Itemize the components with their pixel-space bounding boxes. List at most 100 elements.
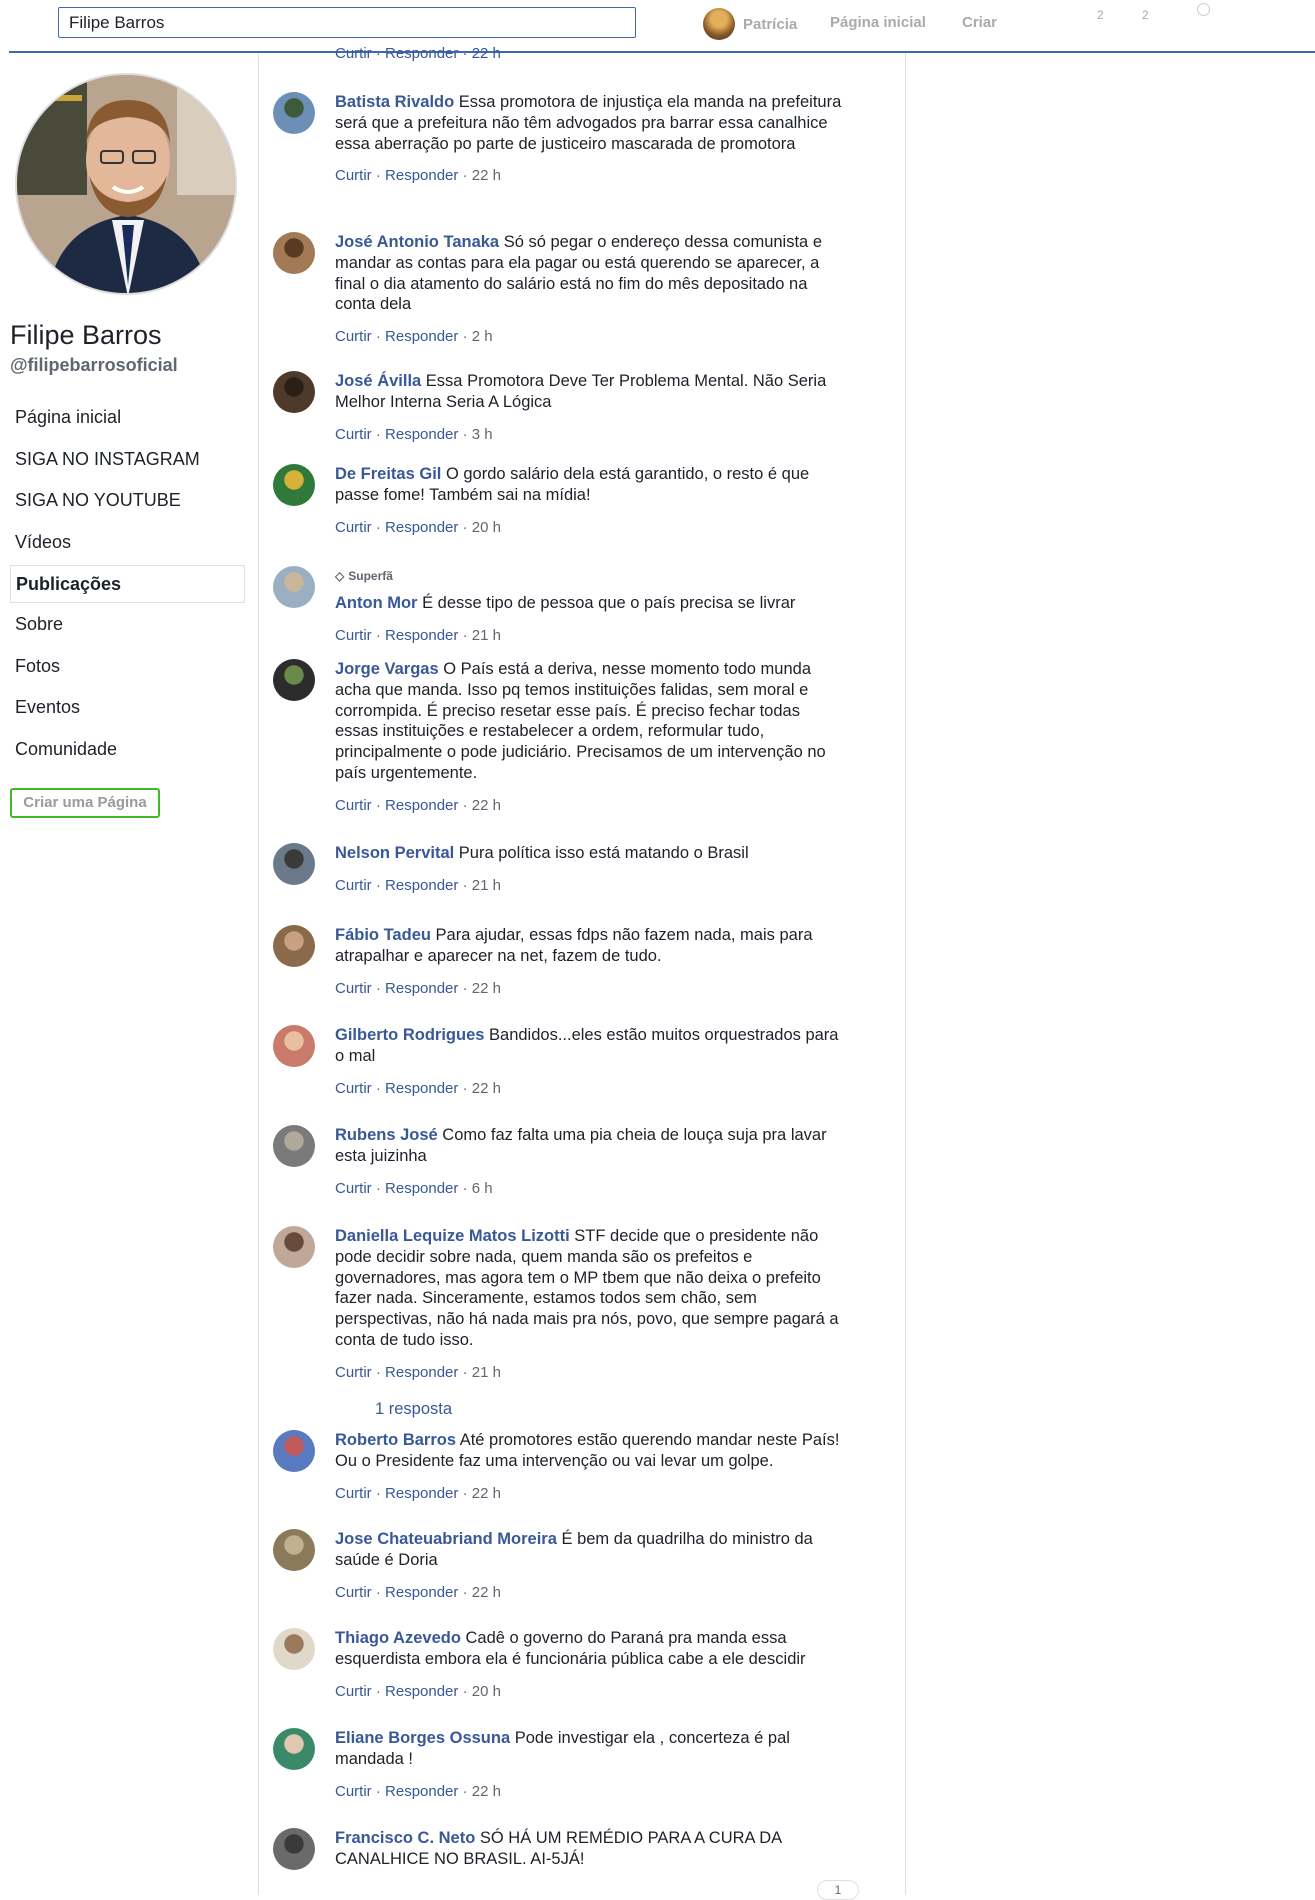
like-link[interactable]: Curtir: [335, 1683, 372, 1700]
reply-link[interactable]: Responder: [385, 167, 458, 184]
like-link[interactable]: Curtir: [335, 1180, 372, 1197]
comment-timestamp[interactable]: 22 h: [472, 797, 501, 814]
reply-link[interactable]: Responder: [385, 980, 458, 997]
nav-home-link[interactable]: Página inicial: [830, 14, 926, 31]
like-link[interactable]: Curtir: [335, 1080, 372, 1097]
comment-timestamp[interactable]: 21 h: [472, 877, 501, 894]
like-link[interactable]: Curtir: [335, 1584, 372, 1601]
commenter-avatar[interactable]: [273, 92, 315, 134]
commenter-avatar[interactable]: [273, 371, 315, 413]
reply-link[interactable]: Responder: [385, 328, 458, 345]
comment-timestamp[interactable]: 22 h: [472, 1783, 501, 1800]
comment-author-link[interactable]: Daniella Lequize Matos Lizotti: [335, 1227, 570, 1245]
reply-link[interactable]: Responder: [385, 519, 458, 536]
comment-author-link[interactable]: José Ávilla: [335, 372, 421, 390]
commenter-avatar[interactable]: [273, 1430, 315, 1472]
comment-timestamp[interactable]: 22 h: [472, 1584, 501, 1601]
comment-author-link[interactable]: Anton Mor: [335, 594, 417, 612]
notifications-icon[interactable]: [1197, 3, 1210, 16]
comment-author-link[interactable]: De Freitas Gil: [335, 465, 441, 483]
commenter-avatar[interactable]: [273, 843, 315, 885]
comment-timestamp[interactable]: 22 h: [472, 980, 501, 997]
reply-link[interactable]: Responder: [385, 1180, 458, 1197]
reaction-count[interactable]: 1: [817, 1880, 859, 1900]
comment-timestamp[interactable]: 3 h: [472, 426, 493, 443]
commenter-avatar[interactable]: [273, 1125, 315, 1167]
comment-author-link[interactable]: Jorge Vargas: [335, 660, 439, 678]
comment-author-link[interactable]: Batista Rivaldo: [335, 93, 454, 111]
like-link[interactable]: Curtir: [335, 328, 372, 345]
reply-link[interactable]: Responder: [385, 1485, 458, 1502]
commenter-avatar[interactable]: [273, 566, 315, 608]
like-link[interactable]: Curtir: [335, 980, 372, 997]
like-link[interactable]: Curtir: [335, 519, 372, 536]
sidebar-item-photos[interactable]: Fotos: [10, 650, 245, 692]
create-page-button[interactable]: Criar uma Página: [10, 788, 160, 818]
nav-user-name[interactable]: Patrícia: [743, 16, 797, 33]
reply-link[interactable]: Responder: [385, 1584, 458, 1601]
comment-author-link[interactable]: Jose Chateuabriand Moreira: [335, 1530, 557, 1548]
commenter-avatar[interactable]: [273, 1728, 315, 1770]
reply-link[interactable]: Responder: [385, 1783, 458, 1800]
like-link[interactable]: Curtir: [335, 1485, 372, 1502]
sidebar-item-videos[interactable]: Vídeos: [10, 526, 245, 568]
comment-author-link[interactable]: Gilberto Rodrigues: [335, 1026, 484, 1044]
reply-link[interactable]: Responder: [385, 797, 458, 814]
friend-requests-count[interactable]: 2: [1097, 8, 1104, 22]
comment-author-link[interactable]: Francisco C. Neto: [335, 1829, 475, 1847]
comment-timestamp[interactable]: 2 h: [472, 328, 493, 345]
like-link[interactable]: Curtir: [335, 426, 372, 443]
messages-count[interactable]: 2: [1142, 8, 1149, 22]
page-handle[interactable]: @filipebarrosoficial: [10, 355, 178, 376]
comment-author-link[interactable]: Thiago Azevedo: [335, 1629, 461, 1647]
comment-timestamp[interactable]: 20 h: [472, 519, 501, 536]
commenter-avatar[interactable]: [273, 659, 315, 701]
sidebar-item-youtube[interactable]: SIGA NO YOUTUBE: [10, 484, 245, 526]
comment-author-link[interactable]: Nelson Pervital: [335, 844, 454, 862]
comment-timestamp[interactable]: 20 h: [472, 1683, 501, 1700]
commenter-avatar[interactable]: [273, 1628, 315, 1670]
nav-create-link[interactable]: Criar: [962, 14, 997, 31]
search-input[interactable]: [58, 7, 636, 38]
reply-link[interactable]: Responder: [385, 627, 458, 644]
comment-author-link[interactable]: Fábio Tadeu: [335, 926, 431, 944]
like-link[interactable]: Curtir: [335, 1364, 372, 1381]
like-link[interactable]: Curtir: [335, 167, 372, 184]
commenter-avatar[interactable]: [273, 1025, 315, 1067]
commenter-avatar[interactable]: [273, 925, 315, 967]
profile-picture[interactable]: [15, 73, 237, 295]
comment-author-link[interactable]: Roberto Barros: [335, 1431, 456, 1449]
reply-link[interactable]: Responder: [385, 877, 458, 894]
commenter-avatar[interactable]: [273, 1226, 315, 1268]
like-link[interactable]: Curtir: [335, 627, 372, 644]
comment-timestamp[interactable]: 22 h: [472, 1080, 501, 1097]
reply-link[interactable]: Responder: [385, 426, 458, 443]
sidebar-item-instagram[interactable]: SIGA NO INSTAGRAM: [10, 443, 245, 485]
comment-author-link[interactable]: Eliane Borges Ossuna: [335, 1729, 510, 1747]
comment-timestamp[interactable]: 22 h: [472, 1485, 501, 1502]
sidebar-item-about[interactable]: Sobre: [10, 608, 245, 650]
comment-timestamp[interactable]: 6 h: [472, 1180, 493, 1197]
reply-link[interactable]: Responder: [385, 1080, 458, 1097]
nav-user[interactable]: Patrícia: [703, 8, 797, 40]
like-link[interactable]: Curtir: [335, 797, 372, 814]
comment-author-link[interactable]: José Antonio Tanaka: [335, 233, 499, 251]
reply-link[interactable]: Responder: [385, 1364, 458, 1381]
like-link[interactable]: Curtir: [335, 1783, 372, 1800]
commenter-avatar[interactable]: [273, 232, 315, 274]
sidebar-item-events[interactable]: Eventos: [10, 691, 245, 733]
comment-timestamp[interactable]: 22 h: [472, 167, 501, 184]
like-link[interactable]: Curtir: [335, 877, 372, 894]
view-replies-link[interactable]: 1 resposta: [375, 1400, 452, 1419]
user-avatar[interactable]: [703, 8, 735, 40]
partial-comment-actions[interactable]: Curtir · Responder · 22 h: [335, 45, 501, 62]
commenter-avatar[interactable]: [273, 1828, 315, 1870]
comment-author-link[interactable]: Rubens José: [335, 1126, 438, 1144]
comment-timestamp[interactable]: 21 h: [472, 1364, 501, 1381]
commenter-avatar[interactable]: [273, 1529, 315, 1571]
sidebar-item-home[interactable]: Página inicial: [10, 401, 245, 443]
sidebar-item-community[interactable]: Comunidade: [10, 733, 245, 775]
reply-link[interactable]: Responder: [385, 1683, 458, 1700]
commenter-avatar[interactable]: [273, 464, 315, 506]
comment-timestamp[interactable]: 21 h: [472, 627, 501, 644]
